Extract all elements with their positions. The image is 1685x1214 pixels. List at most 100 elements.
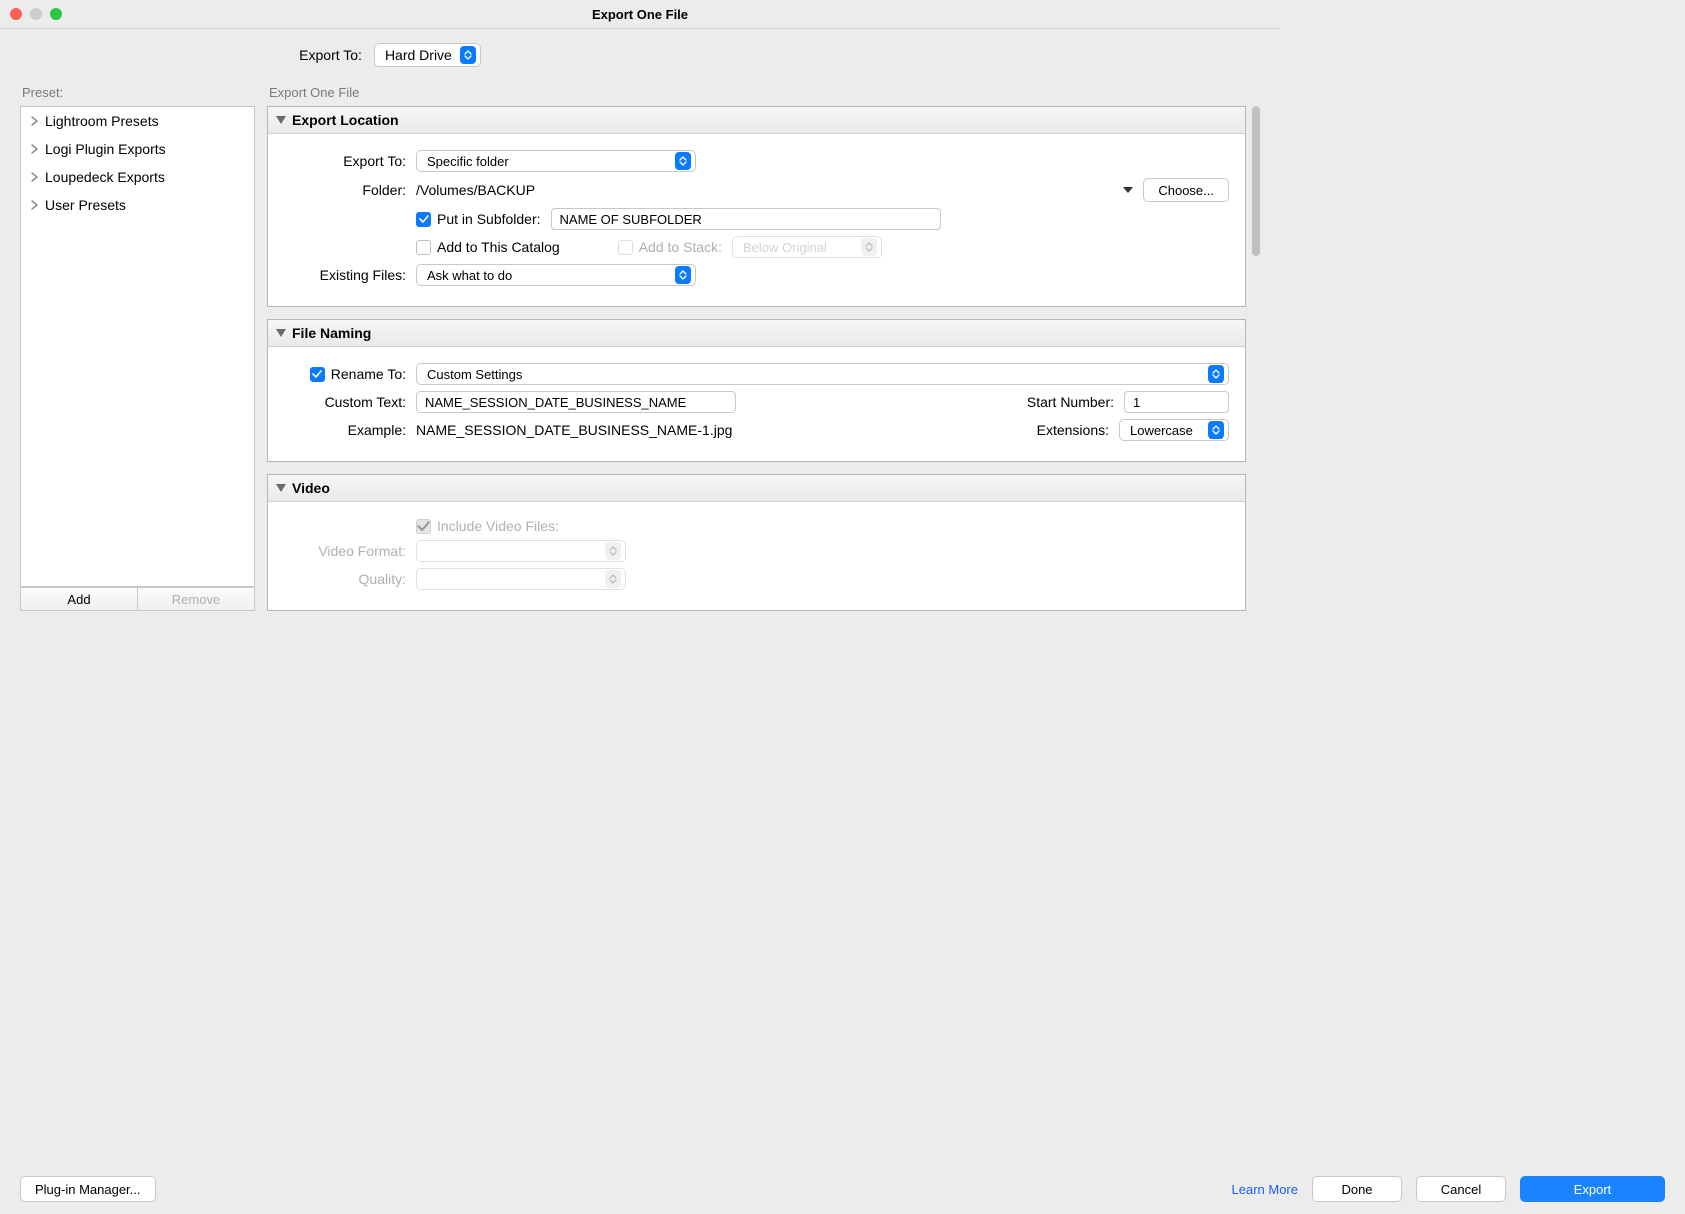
chevron-right-icon [31, 200, 39, 210]
preset-item-label: User Presets [45, 197, 126, 213]
preset-header: Preset: [20, 81, 255, 106]
stack-position-select: Below Original [732, 236, 882, 258]
rename-template-select[interactable]: Custom Settings [416, 363, 1229, 385]
folder-dropdown-button[interactable] [1123, 187, 1133, 193]
scrollbar-thumb[interactable] [1252, 106, 1260, 256]
preset-item-loupedeck[interactable]: Loupedeck Exports [21, 163, 254, 191]
panel-file-naming: File Naming Rename To: Custom Settings [267, 319, 1246, 462]
export-to-select[interactable]: Hard Drive [374, 43, 481, 67]
custom-text-label: Custom Text: [284, 394, 406, 410]
chevron-updown-icon [605, 570, 621, 588]
checkbox-disabled-icon [618, 240, 633, 255]
add-catalog-label: Add to This Catalog [437, 239, 560, 255]
panel-title: Export Location [292, 112, 399, 128]
export-to-label: Export To: [284, 153, 406, 169]
disclosure-triangle-icon [276, 329, 286, 337]
panel-export-location: Export Location Export To: Specific fold… [267, 106, 1246, 307]
checkbox-checked-icon [310, 367, 325, 382]
panels: Export Location Export To: Specific fold… [267, 106, 1246, 611]
chevron-right-icon [31, 172, 39, 182]
export-folder-select[interactable]: Specific folder [416, 150, 696, 172]
done-button[interactable]: Done [1312, 1176, 1402, 1202]
choose-button[interactable]: Choose... [1143, 178, 1229, 202]
rename-to-checkbox[interactable]: Rename To: [284, 366, 406, 382]
panel-video: Video Include Video Files: [267, 474, 1246, 611]
export-to-label: Export To: [299, 47, 362, 63]
panel-body-file-naming: Rename To: Custom Settings [268, 347, 1245, 461]
disclosure-triangle-icon [276, 116, 286, 124]
preset-item-user[interactable]: User Presets [21, 191, 254, 219]
preset-item-label: Lightroom Presets [45, 113, 159, 129]
existing-files-label: Existing Files: [284, 267, 406, 283]
rename-to-label: Rename To: [331, 366, 406, 382]
preset-actions: Add Remove [20, 587, 255, 611]
panel-title: Video [292, 480, 330, 496]
stack-position-value: Below Original [743, 240, 827, 255]
titlebar: Export One File [0, 0, 1280, 28]
panel-header-video[interactable]: Video [268, 475, 1245, 502]
panels-wrapper: Export Location Export To: Specific fold… [267, 106, 1260, 611]
video-quality-select [416, 568, 626, 590]
add-stack-checkbox: Add to Stack: [618, 239, 722, 255]
panel-header-export-location[interactable]: Export Location [268, 107, 1245, 134]
custom-text-input[interactable]: NAME_SESSION_DATE_BUSINESS_NAME [416, 391, 736, 413]
video-format-label: Video Format: [284, 543, 406, 559]
put-subfolder-label: Put in Subfolder: [437, 211, 541, 227]
chevron-updown-icon [675, 266, 691, 284]
disclosure-triangle-icon [276, 484, 286, 492]
panel-header-file-naming[interactable]: File Naming [268, 320, 1245, 347]
preset-remove-button: Remove [137, 587, 255, 611]
rename-template-value: Custom Settings [427, 367, 522, 382]
existing-files-value: Ask what to do [427, 268, 512, 283]
subfolder-input[interactable]: NAME OF SUBFOLDER [551, 208, 941, 230]
export-to-row: Export To: Hard Drive [0, 29, 1280, 81]
export-to-value: Hard Drive [385, 47, 452, 63]
existing-files-select[interactable]: Ask what to do [416, 264, 696, 286]
chevron-updown-icon [1208, 421, 1224, 439]
chevron-updown-icon [1208, 365, 1224, 383]
preset-item-logi[interactable]: Logi Plugin Exports [21, 135, 254, 163]
start-number-label: Start Number: [1027, 394, 1114, 410]
preset-item-label: Logi Plugin Exports [45, 141, 166, 157]
cancel-button[interactable]: Cancel [1416, 1176, 1506, 1202]
start-number-input[interactable]: 1 [1124, 391, 1229, 413]
plugin-manager-button[interactable]: Plug-in Manager... [20, 1176, 156, 1202]
chevron-updown-icon [605, 542, 621, 560]
main-columns: Preset: Lightroom Presets Logi Plugin Ex… [0, 81, 1280, 611]
extensions-value: Lowercase [1130, 423, 1193, 438]
preset-item-lightroom[interactable]: Lightroom Presets [21, 107, 254, 135]
chevron-right-icon [31, 116, 39, 126]
video-quality-label: Quality: [284, 571, 406, 587]
preset-list: Lightroom Presets Logi Plugin Exports Lo… [20, 106, 255, 587]
add-stack-label: Add to Stack: [639, 239, 722, 255]
video-format-select [416, 540, 626, 562]
learn-more-link[interactable]: Learn More [1232, 1182, 1298, 1197]
panel-title: File Naming [292, 325, 371, 341]
example-label: Example: [284, 422, 406, 438]
put-subfolder-checkbox[interactable]: Put in Subfolder: [416, 211, 541, 227]
chevron-updown-icon [861, 238, 877, 256]
folder-path: /Volumes/BACKUP [416, 182, 1113, 198]
checkbox-disabled-checked-icon [416, 519, 431, 534]
chevron-updown-icon [675, 152, 691, 170]
example-value: NAME_SESSION_DATE_BUSINESS_NAME-1.jpg [416, 422, 1027, 438]
checkbox-unchecked-icon [416, 240, 431, 255]
add-catalog-checkbox[interactable]: Add to This Catalog [416, 239, 560, 255]
extensions-select[interactable]: Lowercase [1119, 419, 1229, 441]
export-button[interactable]: Export [1520, 1176, 1665, 1202]
preset-column: Preset: Lightroom Presets Logi Plugin Ex… [20, 81, 255, 611]
footer: Plug-in Manager... Learn More Done Cance… [20, 1176, 1665, 1202]
chevron-right-icon [31, 144, 39, 154]
include-video-checkbox: Include Video Files: [416, 518, 559, 534]
preset-add-button[interactable]: Add [20, 587, 137, 611]
chevron-updown-icon [460, 46, 476, 64]
checkbox-checked-icon [416, 212, 431, 227]
preset-item-label: Loupedeck Exports [45, 169, 165, 185]
settings-header: Export One File [267, 81, 1260, 106]
extensions-label: Extensions: [1037, 422, 1109, 438]
panel-body-video: Include Video Files: Video Format: [268, 502, 1245, 610]
scrollbar[interactable] [1252, 106, 1260, 611]
settings-column: Export One File Export Location Export T… [267, 81, 1260, 611]
panel-body-export-location: Export To: Specific folder [268, 134, 1245, 306]
export-folder-value: Specific folder [427, 154, 509, 169]
